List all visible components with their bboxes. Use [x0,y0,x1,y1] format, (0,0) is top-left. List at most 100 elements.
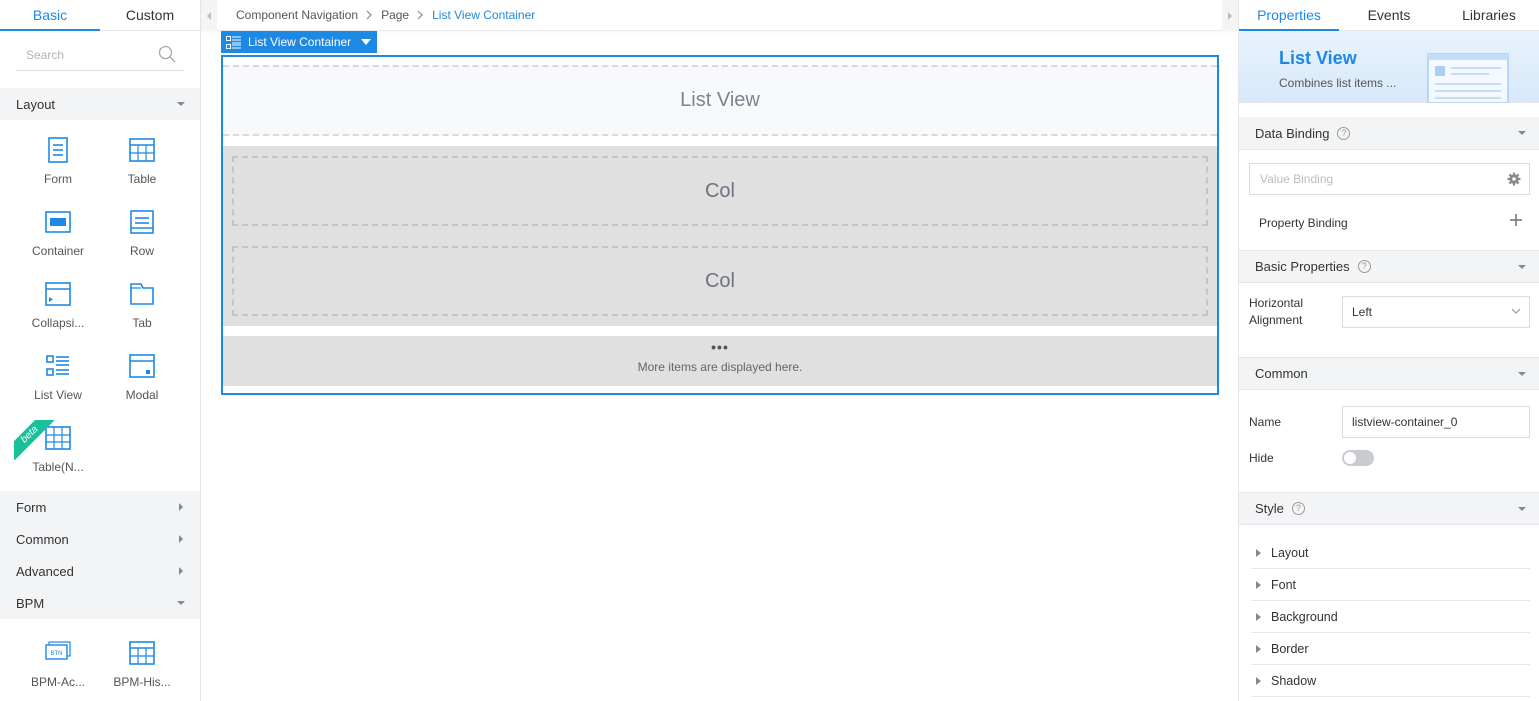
col-label: Col [704,269,735,292]
component-bpm-action[interactable]: BTN BPM-Ac... [16,625,100,697]
style-item-background[interactable]: Background [1251,601,1530,633]
tab-basic[interactable]: Basic [0,0,100,31]
caret-right-icon [179,567,183,575]
component-palette: Basic Custom Layout Form Table [0,0,201,701]
component-modal[interactable]: Modal [100,338,184,410]
component-collapsible[interactable]: Collapsi... [16,266,100,338]
breadcrumb-item[interactable]: Component Navigation [236,8,358,22]
more-items-area: ••• More items are displayed here. [223,336,1217,386]
caret-down-icon [1518,265,1526,269]
plus-icon[interactable] [1509,213,1523,227]
chevron-right-icon [366,10,372,20]
section-basic-properties[interactable]: Basic Properties ? [1239,250,1539,283]
component-container[interactable]: Container [16,194,100,266]
select-value: Left [1352,305,1373,319]
category-advanced[interactable]: Advanced [0,555,200,587]
category-label: Layout [16,96,56,112]
bpm-action-icon: BTN [45,641,71,660]
tab-properties[interactable]: Properties [1239,0,1339,31]
caret-down-icon [177,102,185,106]
container-icon [45,211,71,233]
component-form[interactable]: Form [16,122,100,194]
hide-row: Hide [1239,444,1539,472]
component-list-view[interactable]: List View [16,338,100,410]
list-view-header-label: List View [680,89,760,111]
component-label: Table [127,172,157,186]
section-common[interactable]: Common [1239,357,1539,390]
help-icon[interactable]: ? [1357,260,1371,273]
category-layout[interactable]: Layout [0,88,200,120]
list-view-container[interactable]: List View Col Col ••• More items are dis… [221,55,1219,395]
style-item-label: Background [1271,609,1338,624]
style-item-label: Border [1271,641,1309,656]
col-placeholder[interactable]: Col [232,246,1208,316]
chevron-right-icon [1228,11,1232,20]
chevron-left-icon [207,11,211,20]
name-row: Name [1239,390,1539,444]
section-style[interactable]: Style ? [1239,492,1539,525]
caret-right-icon [1256,549,1261,557]
style-item-font[interactable]: Font [1251,569,1530,601]
tab-events[interactable]: Events [1339,0,1439,30]
list-view-icon [46,355,69,376]
palette-tabs: Basic Custom [0,0,200,31]
component-table-new[interactable]: beta Table(N... [14,410,100,482]
section-title: Basic Properties [1255,259,1350,274]
bpm-components: BTN BPM-Ac... BPM-His... [0,619,200,697]
caret-right-icon [1256,677,1261,685]
style-item-border[interactable]: Border [1251,633,1530,665]
breadcrumb-current[interactable]: List View Container [432,8,535,22]
help-icon[interactable]: ? [1291,502,1305,515]
section-data-binding[interactable]: Data Binding ? [1239,117,1539,150]
breadcrumb: Component Navigation Page List View Cont… [201,0,1238,31]
list-view-header[interactable]: List View [223,65,1217,136]
properties-tabs: Properties Events Libraries [1239,0,1539,31]
search-input[interactable] [16,41,146,69]
component-bpm-history[interactable]: BPM-His... [100,625,184,697]
properties-panel: Properties Events Libraries List View Co… [1238,0,1539,701]
style-item-label: Layout [1271,545,1309,560]
breadcrumb-item[interactable]: Page [381,8,409,22]
hide-label: Hide [1249,450,1274,465]
component-label: BPM-His... [113,675,171,689]
list-view-body[interactable]: Col Col [223,146,1217,326]
category-form[interactable]: Form [0,491,200,523]
caret-right-icon [179,503,183,511]
hide-toggle[interactable] [1342,450,1374,466]
component-label: Collapsi... [31,316,85,330]
horizontal-alignment-select[interactable]: Left [1342,296,1530,328]
component-table[interactable]: Table [100,122,184,194]
chevron-down-icon [1511,308,1521,314]
caret-right-icon [1256,581,1261,589]
category-label: Common [16,531,69,547]
help-icon[interactable]: ? [1337,126,1351,140]
style-item-shadow[interactable]: Shadow [1251,665,1530,697]
selected-component-tag[interactable]: List View Container [221,31,378,53]
list-view-icon [226,35,241,49]
design-canvas: Component Navigation Page List View Cont… [201,0,1238,701]
value-binding-input[interactable] [1250,164,1490,194]
collapse-left-button[interactable] [201,0,217,31]
collapse-right-button[interactable] [1222,0,1238,31]
component-label: List View [34,388,82,402]
banner-title: List View [1279,48,1357,68]
category-bpm[interactable]: BPM [0,587,200,619]
tab-custom[interactable]: Custom [100,0,200,30]
style-item-layout[interactable]: Layout [1251,537,1530,569]
chevron-right-icon [417,10,423,20]
category-label: Advanced [16,563,74,579]
caret-down-icon [1518,507,1526,511]
table-icon [129,138,155,162]
name-input[interactable] [1342,406,1530,438]
category-common[interactable]: Common [0,523,200,555]
component-row[interactable]: Row [100,194,184,266]
tab-libraries[interactable]: Libraries [1439,0,1539,30]
caret-down-icon[interactable] [361,39,372,45]
component-tab[interactable]: Tab [100,266,184,338]
property-binding-row: Property Binding [1239,195,1539,250]
gear-icon[interactable] [1507,172,1521,186]
label-line: Alignment [1249,313,1303,327]
horizontal-alignment-row: Horizontal Alignment Left [1239,283,1539,341]
col-placeholder[interactable]: Col [232,156,1208,226]
search-icon[interactable] [158,45,176,63]
